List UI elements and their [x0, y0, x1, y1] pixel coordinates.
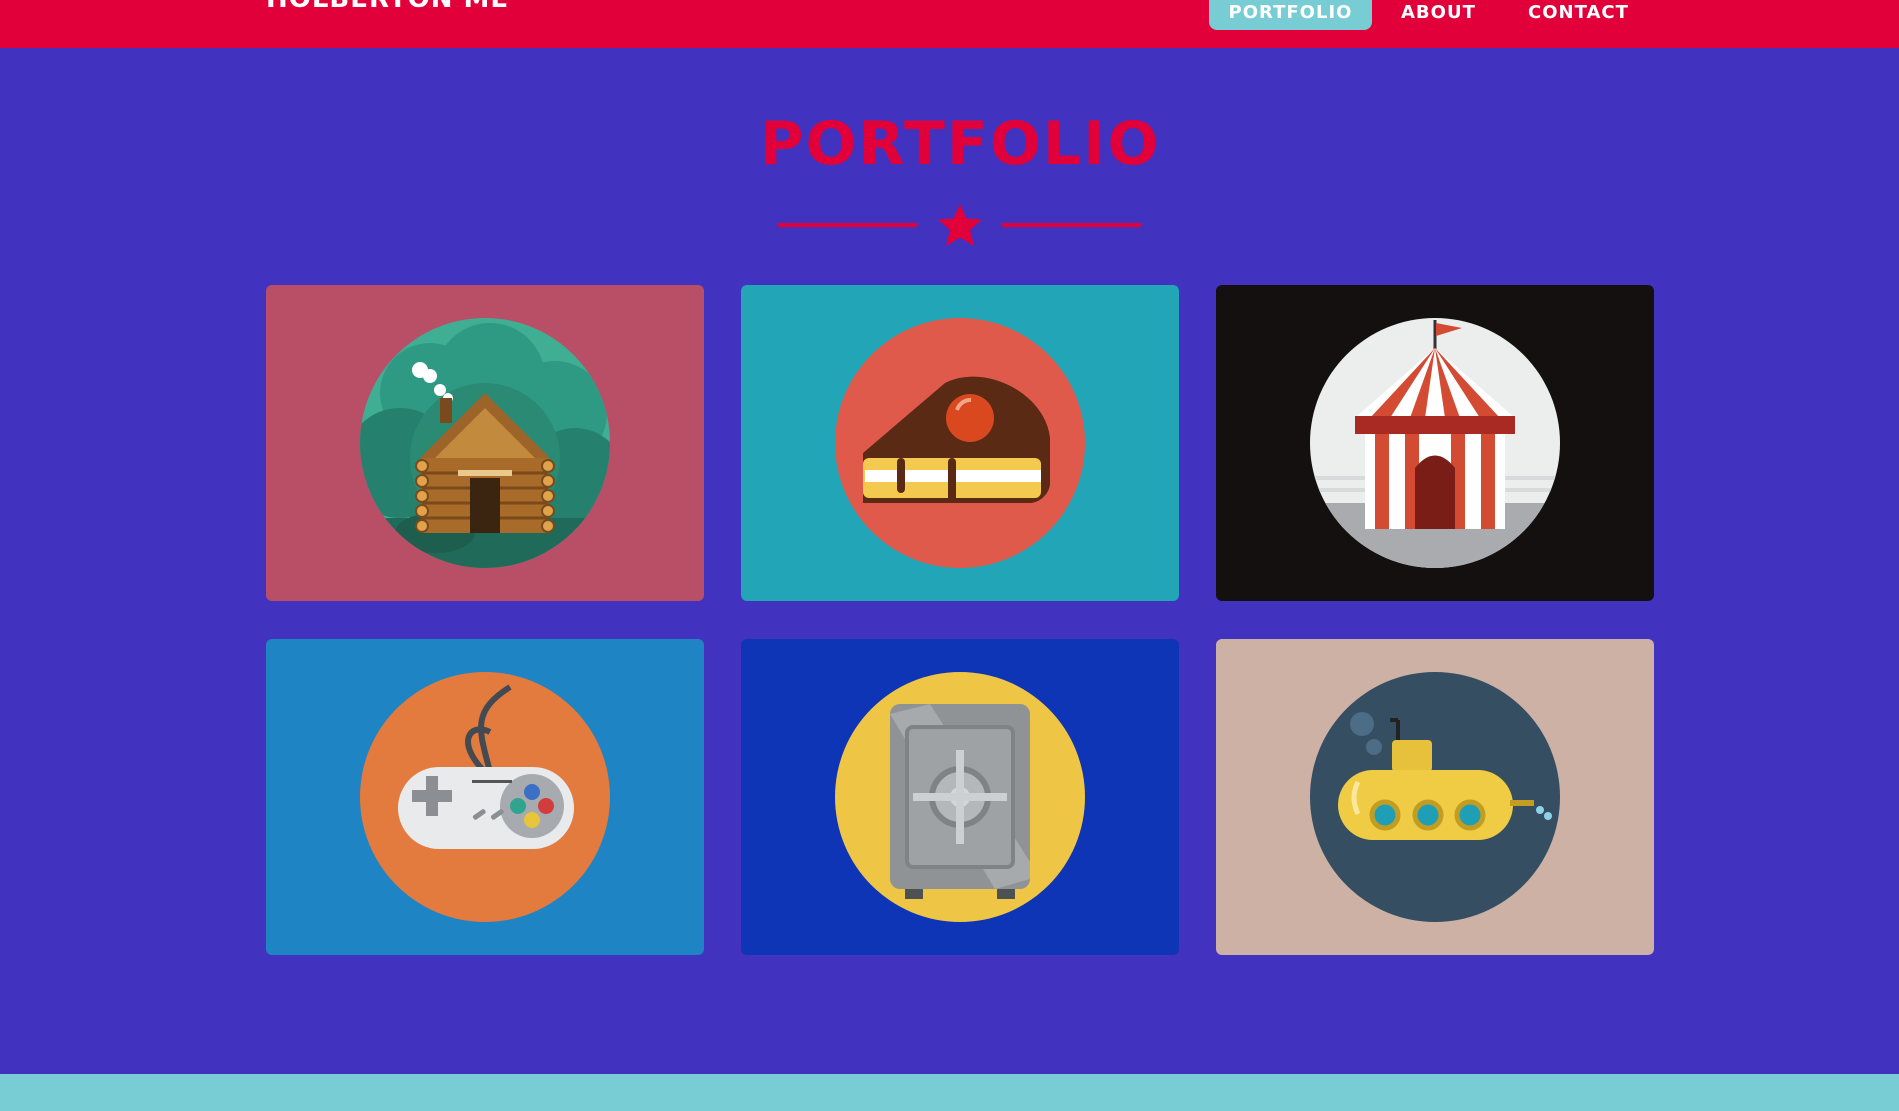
footer: [0, 1074, 1899, 1111]
page-title: PORTFOLIO: [759, 109, 1161, 179]
nav-link-contact[interactable]: CONTACT: [1528, 0, 1629, 30]
submarine-icon: [1310, 672, 1560, 922]
safe-icon: [835, 672, 1085, 922]
nav-link-about[interactable]: ABOUT: [1401, 0, 1476, 30]
log-cabin-icon: [360, 318, 610, 568]
portfolio-item-cake[interactable]: [741, 285, 1179, 601]
game-controller-icon: [360, 672, 610, 922]
navbar: HOLBERTON ME PORTFOLIO ABOUT CONTACT: [0, 0, 1899, 48]
portfolio-item-safe[interactable]: [741, 639, 1179, 955]
title-divider: [778, 204, 1142, 246]
portfolio-item-cabin[interactable]: [266, 285, 704, 601]
circus-tent-icon: [1310, 318, 1560, 568]
portfolio-item-controller[interactable]: [266, 639, 704, 955]
nav-link-portfolio[interactable]: PORTFOLIO: [1209, 0, 1372, 30]
cake-slice-icon: [835, 318, 1085, 568]
portfolio-item-submarine[interactable]: [1216, 639, 1654, 955]
brand-logo[interactable]: HOLBERTON ME: [266, 0, 509, 12]
portfolio-item-circus[interactable]: [1216, 285, 1654, 601]
star-icon: [938, 204, 982, 246]
